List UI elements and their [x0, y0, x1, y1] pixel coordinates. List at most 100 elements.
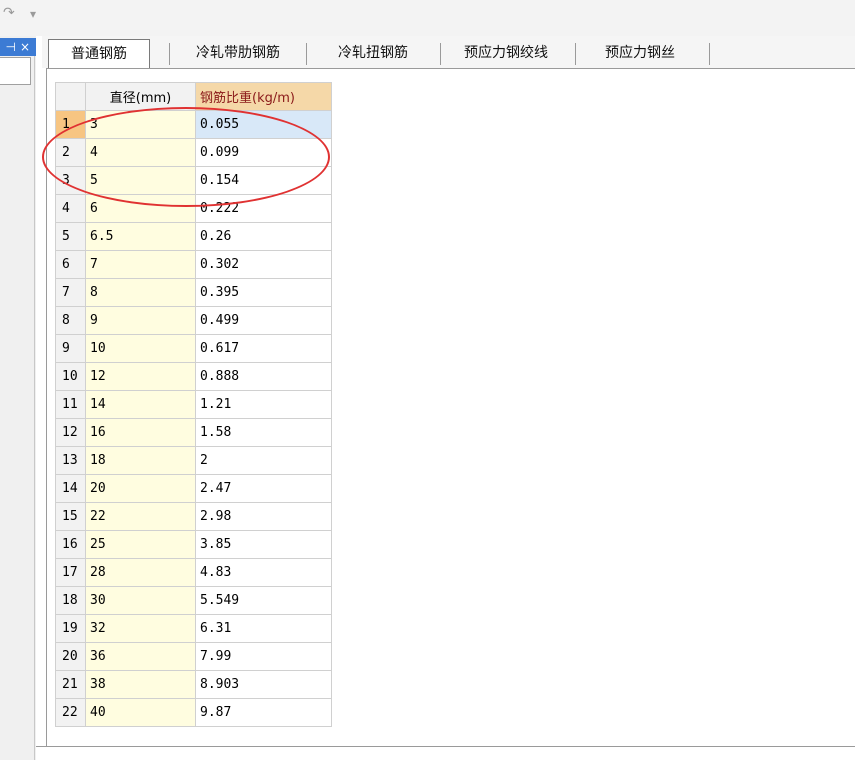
row-number[interactable]: 11	[55, 390, 86, 419]
table-row[interactable]: 11 14 1.21	[55, 390, 332, 419]
pin-icon[interactable]: ⊣	[5, 40, 15, 54]
table-row[interactable]: 15 22 2.98	[55, 502, 332, 531]
table-row[interactable]: 2 4 0.099	[55, 138, 332, 167]
diameter-cell[interactable]: 5	[85, 166, 196, 195]
row-number[interactable]: 6	[55, 250, 86, 279]
table-row[interactable]: 16 25 3.85	[55, 530, 332, 559]
weight-cell[interactable]: 0.499	[195, 306, 332, 335]
weight-cell[interactable]: 3.85	[195, 530, 332, 559]
left-panel-content[interactable]	[0, 57, 31, 85]
table-row[interactable]: 20 36 7.99	[55, 642, 332, 671]
diameter-cell[interactable]: 16	[85, 418, 196, 447]
table-row[interactable]: 21 38 8.903	[55, 670, 332, 699]
diameter-cell[interactable]: 20	[85, 474, 196, 503]
row-number[interactable]: 21	[55, 670, 86, 699]
diameter-cell[interactable]: 28	[85, 558, 196, 587]
row-number[interactable]: 8	[55, 306, 86, 335]
row-number[interactable]: 16	[55, 530, 86, 559]
weight-cell[interactable]: 0.395	[195, 278, 332, 307]
table-row[interactable]: 7 8 0.395	[55, 278, 332, 307]
table-row[interactable]: 8 9 0.499	[55, 306, 332, 335]
tab-prestressed-strand[interactable]: 预应力钢绞线	[450, 39, 562, 67]
diameter-cell[interactable]: 3	[85, 110, 196, 139]
row-number[interactable]: 14	[55, 474, 86, 503]
row-number[interactable]: 20	[55, 642, 86, 671]
column-header-diameter[interactable]: 直径(mm)	[85, 82, 196, 111]
diameter-cell[interactable]: 6	[85, 194, 196, 223]
diameter-cell[interactable]: 9	[85, 306, 196, 335]
diameter-cell[interactable]: 40	[85, 698, 196, 727]
diameter-cell[interactable]: 12	[85, 362, 196, 391]
row-number[interactable]: 12	[55, 418, 86, 447]
weight-cell[interactable]: 2.98	[195, 502, 332, 531]
chevron-down-icon[interactable]: ▾	[30, 7, 36, 21]
diameter-cell[interactable]: 10	[85, 334, 196, 363]
table-row[interactable]: 5 6.5 0.26	[55, 222, 332, 251]
row-number[interactable]: 19	[55, 614, 86, 643]
table-row[interactable]: 1 3 0.055	[55, 110, 332, 139]
weight-cell[interactable]: 1.21	[195, 390, 332, 419]
row-number[interactable]: 2	[55, 138, 86, 167]
weight-cell[interactable]: 0.222	[195, 194, 332, 223]
table-row[interactable]: 17 28 4.83	[55, 558, 332, 587]
diameter-cell[interactable]: 30	[85, 586, 196, 615]
row-number[interactable]: 17	[55, 558, 86, 587]
corner-header[interactable]	[55, 82, 86, 111]
weight-cell[interactable]: 0.617	[195, 334, 332, 363]
diameter-cell[interactable]: 7	[85, 250, 196, 279]
weight-cell[interactable]: 0.888	[195, 362, 332, 391]
diameter-cell[interactable]: 8	[85, 278, 196, 307]
close-icon[interactable]: ×	[20, 40, 30, 54]
table-row[interactable]: 19 32 6.31	[55, 614, 332, 643]
weight-cell[interactable]: 8.903	[195, 670, 332, 699]
row-number[interactable]: 10	[55, 362, 86, 391]
table-row[interactable]: 9 10 0.617	[55, 334, 332, 363]
table-row[interactable]: 13 18 2	[55, 446, 332, 475]
row-number[interactable]: 15	[55, 502, 86, 531]
row-number[interactable]: 7	[55, 278, 86, 307]
row-number[interactable]: 1	[55, 110, 86, 139]
diameter-cell[interactable]: 25	[85, 530, 196, 559]
weight-cell[interactable]: 9.87	[195, 698, 332, 727]
redo-icon[interactable]: ↷	[3, 5, 15, 21]
weight-cell[interactable]: 2.47	[195, 474, 332, 503]
weight-cell[interactable]: 0.055	[195, 110, 332, 139]
row-number[interactable]: 3	[55, 166, 86, 195]
column-header-weight[interactable]: 钢筋比重(kg/m)	[195, 82, 332, 111]
tab-prestressed-wire[interactable]: 预应力钢丝	[590, 39, 690, 67]
table-row[interactable]: 6 7 0.302	[55, 250, 332, 279]
weight-cell[interactable]: 0.26	[195, 222, 332, 251]
weight-cell[interactable]: 5.549	[195, 586, 332, 615]
diameter-cell[interactable]: 18	[85, 446, 196, 475]
table-row[interactable]: 10 12 0.888	[55, 362, 332, 391]
row-number[interactable]: 5	[55, 222, 86, 251]
diameter-cell[interactable]: 36	[85, 642, 196, 671]
diameter-cell[interactable]: 4	[85, 138, 196, 167]
weight-cell[interactable]: 0.302	[195, 250, 332, 279]
diameter-cell[interactable]: 38	[85, 670, 196, 699]
weight-cell[interactable]: 6.31	[195, 614, 332, 643]
weight-cell[interactable]: 4.83	[195, 558, 332, 587]
row-number[interactable]: 22	[55, 698, 86, 727]
diameter-cell[interactable]: 14	[85, 390, 196, 419]
tab-ordinary-rebar[interactable]: 普通钢筋	[48, 39, 150, 70]
row-number[interactable]: 13	[55, 446, 86, 475]
row-number[interactable]: 18	[55, 586, 86, 615]
tab-cold-rolled-twisted[interactable]: 冷轧扭钢筋	[318, 39, 428, 67]
weight-cell[interactable]: 7.99	[195, 642, 332, 671]
table-row[interactable]: 22 40 9.87	[55, 698, 332, 727]
weight-cell[interactable]: 2	[195, 446, 332, 475]
tab-cold-rolled-ribbed[interactable]: 冷轧带肋钢筋	[175, 39, 301, 67]
diameter-cell[interactable]: 6.5	[85, 222, 196, 251]
table-row[interactable]: 12 16 1.58	[55, 418, 332, 447]
weight-cell[interactable]: 1.58	[195, 418, 332, 447]
weight-cell[interactable]: 0.154	[195, 166, 332, 195]
row-number[interactable]: 9	[55, 334, 86, 363]
row-number[interactable]: 4	[55, 194, 86, 223]
table-row[interactable]: 3 5 0.154	[55, 166, 332, 195]
table-row[interactable]: 4 6 0.222	[55, 194, 332, 223]
table-row[interactable]: 14 20 2.47	[55, 474, 332, 503]
table-row[interactable]: 18 30 5.549	[55, 586, 332, 615]
diameter-cell[interactable]: 32	[85, 614, 196, 643]
weight-cell[interactable]: 0.099	[195, 138, 332, 167]
